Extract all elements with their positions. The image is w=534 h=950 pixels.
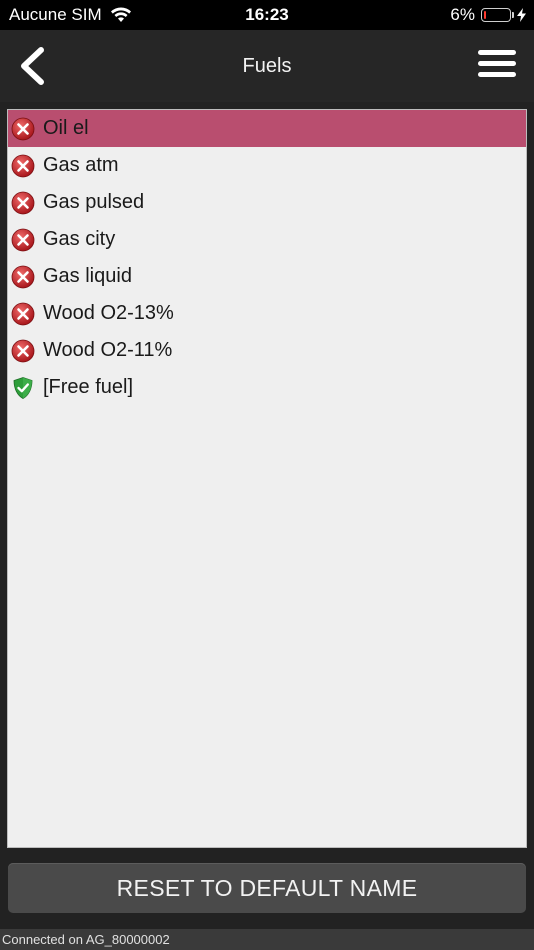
battery-icon	[481, 8, 514, 22]
connection-status: Connected on AG_80000002	[0, 929, 534, 950]
fuel-list-item[interactable]: Wood O2-13%	[8, 295, 526, 332]
fuels-screen: Aucune SIM 16:23 6% Fuels Oil el Gas atm…	[0, 0, 534, 950]
fuel-label: [Free fuel]	[43, 376, 134, 398]
fuel-list-item[interactable]: [Free fuel]	[8, 369, 526, 406]
nav-bar: Fuels	[0, 30, 534, 102]
fuel-list-item[interactable]: Gas pulsed	[8, 184, 526, 221]
page-title: Fuels	[242, 55, 292, 77]
red-x-circle-icon	[11, 154, 35, 177]
red-x-circle-icon	[11, 191, 35, 214]
fuel-label: Gas atm	[43, 154, 119, 176]
fuel-list: Oil el Gas atm Gas pulsed Gas city Gas liqui…	[7, 109, 527, 848]
red-x-circle-icon	[11, 339, 35, 362]
fuel-label: Wood O2-13%	[43, 302, 174, 324]
fuel-list-item[interactable]: Gas atm	[8, 147, 526, 184]
red-x-circle-icon	[11, 228, 35, 251]
fuel-label: Gas pulsed	[43, 191, 145, 213]
red-x-circle-icon	[11, 117, 35, 140]
green-check-shield-icon	[13, 376, 33, 399]
fuel-list-item[interactable]: Gas liquid	[8, 258, 526, 295]
battery-percent: 6%	[450, 5, 475, 24]
fuel-list-item[interactable]: Wood O2-11%	[8, 332, 526, 369]
fuel-list-item[interactable]: Oil el	[8, 110, 526, 147]
menu-line	[478, 72, 516, 77]
menu-line	[478, 50, 516, 55]
battery-group: 6%	[450, 5, 526, 25]
fuel-label: Gas city	[43, 228, 116, 250]
battery-level	[484, 11, 486, 19]
status-bar: Aucune SIM 16:23 6%	[0, 0, 534, 30]
menu-line	[478, 61, 516, 66]
hamburger-menu-icon[interactable]	[478, 50, 516, 82]
fuel-list-item[interactable]: Gas city	[8, 221, 526, 258]
fuel-label: Wood O2-11%	[43, 339, 173, 361]
fuel-label: Gas liquid	[43, 265, 132, 287]
fuel-label: Oil el	[43, 117, 89, 139]
red-x-circle-icon	[11, 265, 35, 288]
charging-bolt-icon	[517, 8, 526, 22]
red-x-circle-icon	[11, 302, 35, 325]
reset-to-default-button[interactable]: RESET TO DEFAULT NAME	[8, 863, 526, 913]
